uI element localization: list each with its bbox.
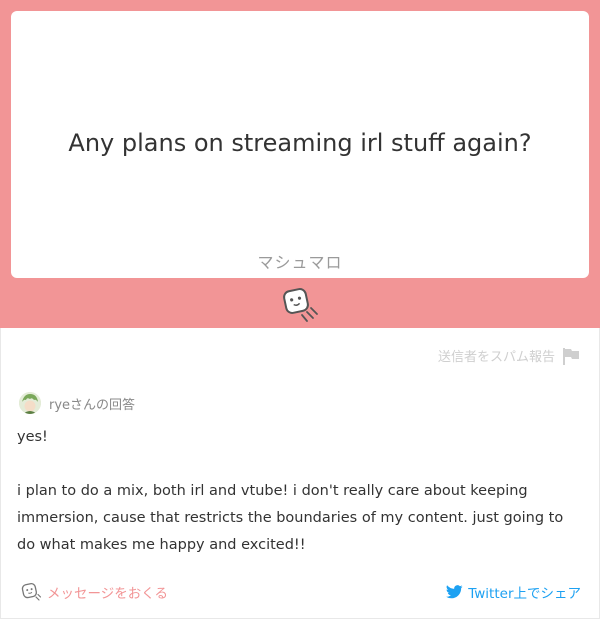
question-card: Any plans on streaming irl stuff again? … xyxy=(11,11,589,278)
report-spam-label: 送信者をスパム報告 xyxy=(437,350,555,365)
brand-label: マシュマロ xyxy=(257,253,343,272)
report-spam-link[interactable]: 送信者をスパム報告 xyxy=(438,346,581,365)
twitter-share-label: Twitter上でシェア xyxy=(468,586,581,602)
question-area: Any plans on streaming irl stuff again? … xyxy=(0,0,600,328)
twitter-share-link[interactable]: Twitter上でシェア xyxy=(446,582,581,602)
answerer-info: ryeさんの回答 xyxy=(19,392,135,414)
question-text: Any plans on streaming irl stuff again? xyxy=(68,129,532,157)
answerer-label: ryeさんの回答 xyxy=(49,397,136,413)
marshmallow-icon xyxy=(21,582,41,601)
avatar[interactable] xyxy=(19,392,41,414)
avatar-image xyxy=(19,392,41,414)
flag-icon xyxy=(563,347,579,365)
twitter-icon xyxy=(446,585,463,599)
answer-area: 送信者をスパム報告 ryeさんの回答 yes! i plan to do a m… xyxy=(0,328,600,619)
marshmallow-card: Any plans on streaming irl stuff again? … xyxy=(0,0,600,619)
send-message-link[interactable]: メッセージをおくる xyxy=(21,582,168,602)
marshmallow-icon xyxy=(283,288,318,322)
send-message-label: メッセージをおくる xyxy=(47,586,168,602)
answer-text: yes! i plan to do a mix, both irl and vt… xyxy=(17,429,564,553)
